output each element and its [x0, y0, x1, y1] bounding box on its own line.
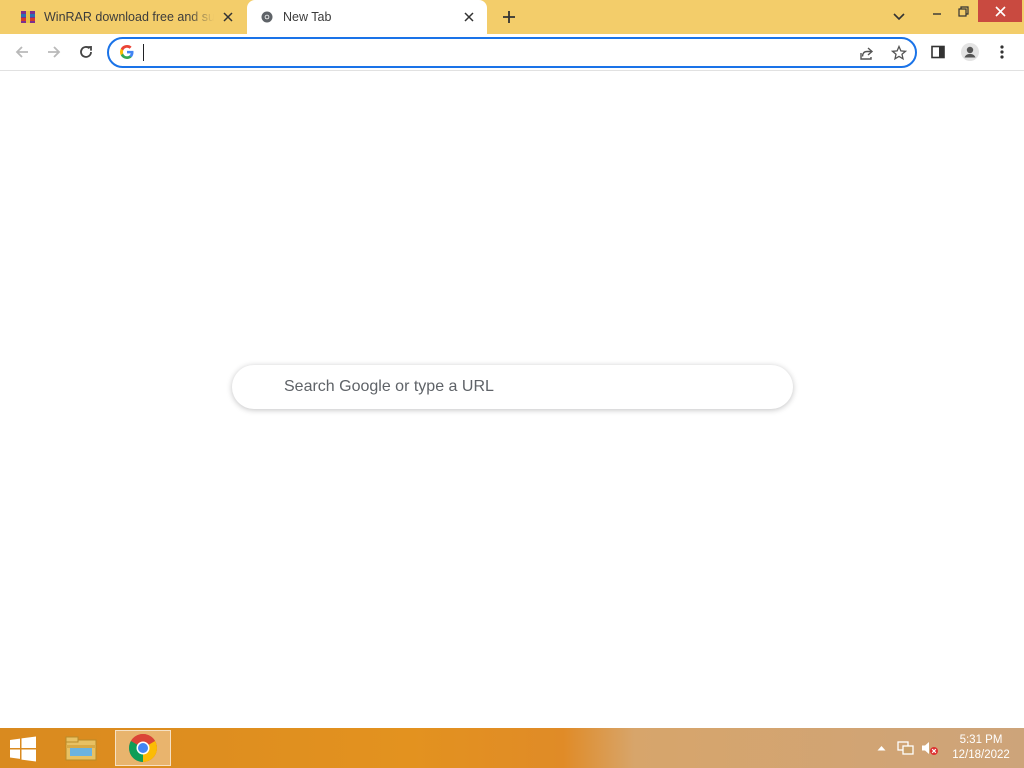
- profile-button[interactable]: [957, 39, 983, 65]
- network-tray-button[interactable]: [896, 728, 916, 768]
- star-icon[interactable]: [889, 43, 909, 63]
- tab-strip: WinRAR download free and support: WinRAR…: [0, 0, 1024, 34]
- reload-icon: [80, 46, 92, 58]
- google-g-icon: [120, 45, 134, 59]
- start-button[interactable]: [6, 734, 40, 764]
- restore-button[interactable]: [948, 0, 978, 22]
- back-button[interactable]: [9, 39, 35, 65]
- chrome-newtab-icon: [259, 9, 275, 25]
- menu-button[interactable]: [989, 39, 1015, 65]
- tab-winrar[interactable]: WinRAR download free and support: WinRAR: [8, 0, 246, 34]
- ntp-search-box[interactable]: Search Google or type a URL: [232, 365, 793, 409]
- taskbar-file-explorer[interactable]: [53, 730, 109, 766]
- text-caret: [143, 44, 144, 61]
- avatar-icon: [961, 43, 979, 61]
- tab-search-button[interactable]: [888, 7, 910, 27]
- more-vert-icon: [1000, 45, 1004, 59]
- new-tab-page: Search Google or type a URL: [0, 72, 1024, 728]
- windows-icon: [10, 736, 36, 762]
- system-clock[interactable]: 5:31 PM 12/18/2022: [948, 733, 1014, 763]
- chrome-icon: [129, 734, 157, 762]
- forward-button[interactable]: [41, 39, 67, 65]
- clock-date: 12/18/2022: [952, 749, 1010, 761]
- close-tab-icon[interactable]: [218, 7, 238, 27]
- tab-title: New Tab: [283, 10, 332, 24]
- browser-toolbar: [0, 34, 1024, 71]
- arrow-left-icon: [15, 46, 28, 58]
- network-icon: [897, 741, 914, 755]
- taskbar-chrome[interactable]: [115, 730, 171, 766]
- taskbar: 5:31 PM 12/18/2022: [0, 728, 1024, 768]
- search-placeholder: Search Google or type a URL: [284, 378, 494, 395]
- restore-icon: [957, 5, 969, 17]
- reload-button[interactable]: [73, 39, 99, 65]
- arrow-right-icon: [48, 46, 61, 58]
- close-icon: [994, 5, 1006, 17]
- plus-icon: [503, 11, 515, 23]
- share-icon[interactable]: [857, 43, 877, 63]
- close-tab-icon[interactable]: [459, 7, 479, 27]
- volume-tray-button[interactable]: [920, 728, 940, 768]
- tab-title: WinRAR download free and support: WinRAR: [44, 10, 214, 24]
- volume-muted-icon: [922, 742, 938, 755]
- show-hidden-icons-button[interactable]: [874, 728, 888, 768]
- winrar-icon: [20, 9, 36, 25]
- address-input[interactable]: [142, 42, 842, 63]
- minimize-icon: [933, 13, 941, 15]
- side-panel-button[interactable]: [925, 39, 951, 65]
- clock-time: 5:31 PM: [959, 734, 1003, 746]
- tab-new-tab[interactable]: New Tab: [247, 0, 487, 34]
- file-explorer-icon: [65, 736, 97, 761]
- chevron-up-icon: [877, 746, 885, 751]
- chevron-down-icon: [893, 13, 905, 21]
- new-tab-button[interactable]: [497, 5, 521, 29]
- close-window-button[interactable]: [978, 0, 1022, 22]
- address-bar[interactable]: [107, 37, 917, 68]
- side-panel-icon: [931, 45, 945, 59]
